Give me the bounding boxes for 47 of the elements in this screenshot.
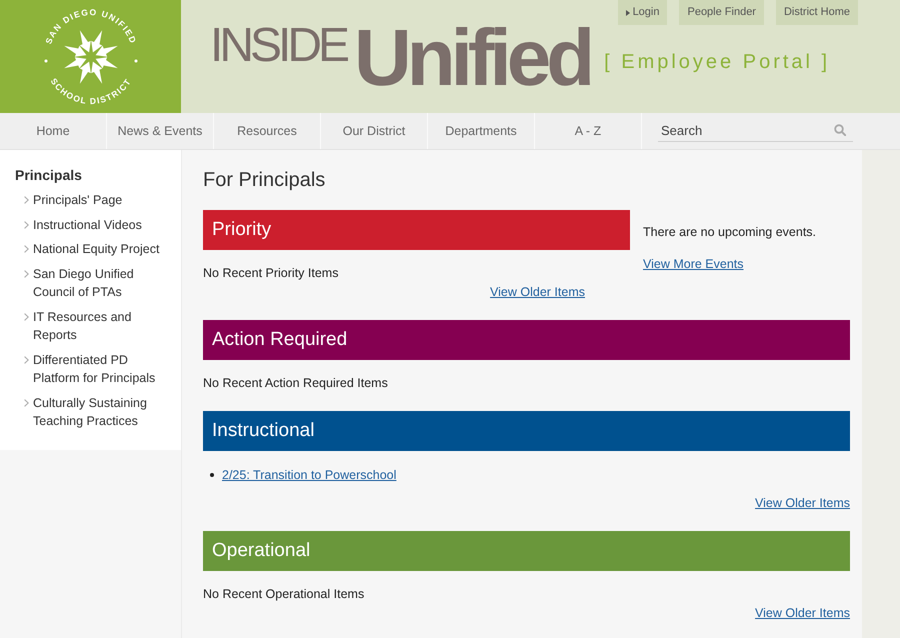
caret-icon <box>626 10 630 16</box>
view-older-link[interactable]: View Older Items <box>490 284 585 300</box>
sidebar-link[interactable]: Instructional Videos <box>33 216 142 234</box>
view-older-link[interactable]: View Older Items <box>755 605 850 621</box>
empty-message: No Recent Operational Items <box>203 586 364 602</box>
view-older-link[interactable]: View Older Items <box>755 495 850 511</box>
site-tagline: [ Employee Portal ] <box>604 50 830 74</box>
empty-message: No Recent Action Required Items <box>203 375 388 391</box>
section-heading: Operational <box>203 531 850 571</box>
section-heading: Action Required <box>203 320 850 360</box>
nav-link[interactable]: A - Z <box>535 113 642 149</box>
section-heading: Instructional <box>203 411 850 451</box>
chevron-right-icon <box>24 312 29 320</box>
sidebar-link[interactable]: Culturally Sustaining Teaching Practices <box>33 394 169 430</box>
dot-icon <box>44 59 47 62</box>
sidebar-heading: Principals <box>15 166 82 184</box>
events-message: There are no upcoming events. <box>643 224 816 240</box>
sidebar-link[interactable]: National Equity Project <box>33 240 160 258</box>
nav-link[interactable]: News & Events <box>107 113 214 149</box>
nav-link[interactable]: Departments <box>428 113 535 149</box>
section-heading: Priority <box>203 210 630 250</box>
sidebar-link[interactable]: IT Resources and Reports <box>33 308 169 344</box>
chevron-right-icon <box>24 270 29 278</box>
chevron-right-icon <box>24 196 29 204</box>
sidebar-link[interactable]: Principals' Page <box>33 191 122 210</box>
bullet-icon <box>210 473 214 477</box>
chevron-right-icon <box>24 356 29 364</box>
utility-link[interactable]: People Finder <box>679 0 764 25</box>
utility-link[interactable]: District Home <box>776 0 858 25</box>
nav-link[interactable]: Our District <box>321 113 428 149</box>
view-more-events-link[interactable]: View More Events <box>643 256 744 272</box>
site-title: Unified <box>354 26 590 90</box>
site-title-prefix: INSIDE <box>210 22 346 70</box>
nav-link[interactable]: Home <box>0 113 107 149</box>
sidebar-link[interactable]: San Diego Unified Council of PTAs <box>33 264 169 302</box>
nav-link[interactable]: Resources <box>214 113 321 149</box>
chevron-right-icon <box>24 398 29 406</box>
search-icon[interactable] <box>834 124 846 136</box>
chevron-right-icon <box>24 245 29 253</box>
news-link[interactable]: 2/25: Transition to Powerschool <box>222 467 396 483</box>
chevron-right-icon <box>24 220 29 228</box>
page-title: For Principals <box>203 168 326 192</box>
sidebar-link[interactable]: Differentiated PD Platform for Principals <box>33 350 169 388</box>
empty-message: No Recent Priority Items <box>203 265 338 281</box>
search-field[interactable]: Search <box>658 120 853 142</box>
dot-icon <box>134 59 137 62</box>
utility-link[interactable]: Login <box>618 0 668 25</box>
